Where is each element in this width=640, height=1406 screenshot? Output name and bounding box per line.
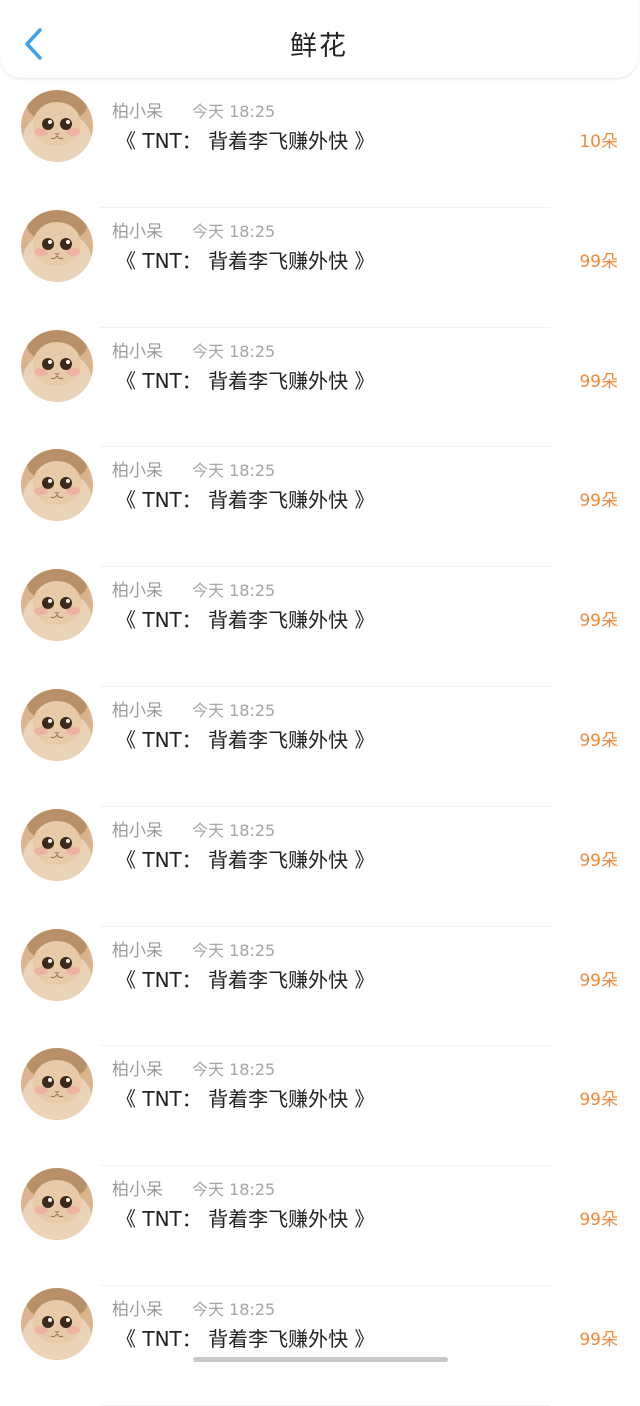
flower-count: 99朵 bbox=[579, 970, 618, 991]
cat-avatar-image bbox=[21, 1287, 93, 1360]
work-title: 《 TNT： 背着李飞赚外快 》 bbox=[116, 1087, 375, 1112]
avatar[interactable] bbox=[21, 928, 93, 1001]
user-name: 柏小呆 bbox=[112, 700, 163, 721]
list-item[interactable]: 柏小呆 今天 18:25 《 TNT： 背着李飞赚外快 》 99朵 bbox=[0, 208, 640, 328]
timestamp: 今天 18:25 bbox=[192, 940, 276, 960]
timestamp: 今天 18:25 bbox=[192, 581, 276, 601]
work-title: 《 TNT： 背着李飞赚外快 》 bbox=[116, 1326, 375, 1351]
timestamp: 今天 18:25 bbox=[192, 221, 276, 241]
work-title: 《 TNT： 背着李飞赚外快 》 bbox=[116, 488, 375, 513]
user-name: 柏小呆 bbox=[112, 341, 163, 362]
user-name: 柏小呆 bbox=[112, 581, 163, 602]
flower-count: 99朵 bbox=[579, 251, 618, 272]
work-title: 《 TNT： 背着李飞赚外快 》 bbox=[116, 608, 375, 633]
timestamp: 今天 18:25 bbox=[192, 1299, 276, 1319]
flower-count: 99朵 bbox=[579, 491, 618, 512]
flower-count: 99朵 bbox=[579, 611, 618, 632]
cat-avatar-image bbox=[21, 1048, 93, 1121]
user-name: 柏小呆 bbox=[112, 940, 163, 961]
user-name: 柏小呆 bbox=[112, 1060, 163, 1081]
avatar[interactable] bbox=[21, 1168, 93, 1241]
work-title: 《 TNT： 背着李飞赚外快 》 bbox=[116, 727, 375, 752]
timestamp: 今天 18:25 bbox=[192, 820, 276, 840]
user-name: 柏小呆 bbox=[112, 820, 163, 841]
list-item[interactable]: 柏小呆 今天 18:25 《 TNT： 背着李飞赚外快 》 99朵 bbox=[0, 567, 640, 687]
cat-avatar-image bbox=[21, 688, 93, 761]
cat-avatar-image bbox=[21, 329, 93, 402]
flower-count: 99朵 bbox=[579, 1090, 618, 1111]
list-item[interactable]: 柏小呆 今天 18:25 《 TNT： 背着李飞赚外快 》 99朵 bbox=[0, 1286, 640, 1406]
list-item[interactable]: 柏小呆 今天 18:25 《 TNT： 背着李飞赚外快 》 99朵 bbox=[0, 687, 640, 807]
cat-avatar-image bbox=[21, 569, 93, 642]
timestamp: 今天 18:25 bbox=[192, 1180, 276, 1200]
list-item[interactable]: 柏小呆 今天 18:25 《 TNT： 背着李飞赚外快 》 99朵 bbox=[0, 1046, 640, 1167]
avatar[interactable] bbox=[21, 329, 93, 402]
cat-avatar-image bbox=[21, 1168, 93, 1241]
timestamp: 今天 18:25 bbox=[192, 1060, 276, 1080]
avatar[interactable] bbox=[21, 569, 93, 642]
flower-record-list: 柏小呆 今天 18:25 《 TNT： 背着李飞赚外快 》 10朵 柏小呆 今天 bbox=[0, 88, 640, 1406]
user-name: 柏小呆 bbox=[112, 102, 163, 122]
cat-avatar-image bbox=[21, 209, 93, 282]
avatar[interactable] bbox=[21, 1287, 93, 1360]
page-title: 鲜花 bbox=[290, 31, 348, 62]
avatar[interactable] bbox=[21, 209, 93, 282]
flower-count: 10朵 bbox=[579, 132, 618, 152]
flower-count: 99朵 bbox=[579, 850, 618, 871]
user-name: 柏小呆 bbox=[112, 1180, 163, 1201]
cat-avatar-image bbox=[21, 928, 93, 1001]
work-title: 《 TNT： 背着李飞赚外快 》 bbox=[116, 129, 375, 153]
cat-avatar-image bbox=[21, 90, 93, 162]
avatar[interactable] bbox=[21, 808, 93, 881]
timestamp: 今天 18:25 bbox=[192, 341, 276, 361]
list-item[interactable]: 柏小呆 今天 18:25 《 TNT： 背着李飞赚外快 》 99朵 bbox=[0, 927, 640, 1047]
work-title: 《 TNT： 背着李飞赚外快 》 bbox=[116, 967, 375, 992]
user-name: 柏小呆 bbox=[112, 1299, 163, 1320]
avatar[interactable] bbox=[21, 1048, 93, 1121]
flower-count: 99朵 bbox=[579, 730, 618, 751]
flower-count: 99朵 bbox=[579, 1329, 618, 1350]
flower-count: 99朵 bbox=[579, 1210, 618, 1231]
avatar[interactable] bbox=[21, 90, 93, 162]
flower-count: 99朵 bbox=[579, 371, 618, 392]
avatar[interactable] bbox=[21, 449, 93, 522]
work-title: 《 TNT： 背着李飞赚外快 》 bbox=[116, 368, 375, 393]
list-item[interactable]: 柏小呆 今天 18:25 《 TNT： 背着李飞赚外快 》 99朵 bbox=[0, 447, 640, 568]
work-title: 《 TNT： 背着李飞赚外快 》 bbox=[116, 847, 375, 872]
work-title: 《 TNT： 背着李飞赚外快 》 bbox=[116, 1207, 375, 1232]
cat-avatar-image bbox=[21, 808, 93, 881]
list-item[interactable]: 柏小呆 今天 18:25 《 TNT： 背着李飞赚外快 》 99朵 bbox=[0, 328, 640, 448]
user-name: 柏小呆 bbox=[112, 461, 163, 482]
timestamp: 今天 18:25 bbox=[192, 461, 276, 481]
timestamp: 今天 18:25 bbox=[192, 700, 276, 720]
timestamp: 今天 18:25 bbox=[192, 102, 276, 121]
work-title: 《 TNT： 背着李飞赚外快 》 bbox=[116, 248, 375, 273]
list-item[interactable]: 柏小呆 今天 18:25 《 TNT： 背着李飞赚外快 》 99朵 bbox=[0, 1166, 640, 1286]
top-nav-bar: 鲜花 bbox=[0, 0, 638, 78]
home-indicator bbox=[193, 1357, 448, 1362]
user-name: 柏小呆 bbox=[112, 221, 163, 242]
cat-avatar-image bbox=[21, 449, 93, 522]
avatar[interactable] bbox=[21, 688, 93, 761]
list-item[interactable]: 柏小呆 今天 18:25 《 TNT： 背着李飞赚外快 》 99朵 bbox=[0, 807, 640, 927]
list-item[interactable]: 柏小呆 今天 18:25 《 TNT： 背着李飞赚外快 》 10朵 bbox=[0, 88, 640, 208]
